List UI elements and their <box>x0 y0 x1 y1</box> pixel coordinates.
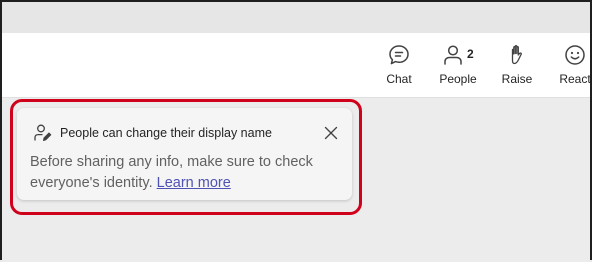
people-button[interactable]: 2 People <box>430 43 486 89</box>
chat-button[interactable]: Chat <box>371 43 427 89</box>
meeting-toolbar: Chat 2 People Raise React <box>2 33 592 98</box>
smiley-icon <box>562 43 588 67</box>
highlight-outline <box>10 99 362 215</box>
hand-icon <box>504 43 530 67</box>
participant-count: 2 <box>467 47 474 61</box>
people-icon: 2 <box>444 43 474 67</box>
raise-label: Raise <box>501 72 533 86</box>
react-label: React <box>559 72 591 86</box>
raise-hand-button[interactable]: Raise <box>489 43 545 89</box>
react-button[interactable]: React <box>547 43 592 89</box>
meeting-window: Chat 2 People Raise React People can cha… <box>0 0 592 262</box>
chat-icon <box>386 43 412 67</box>
chat-label: Chat <box>386 72 412 86</box>
people-label: People <box>439 72 477 86</box>
title-bar <box>2 2 590 33</box>
